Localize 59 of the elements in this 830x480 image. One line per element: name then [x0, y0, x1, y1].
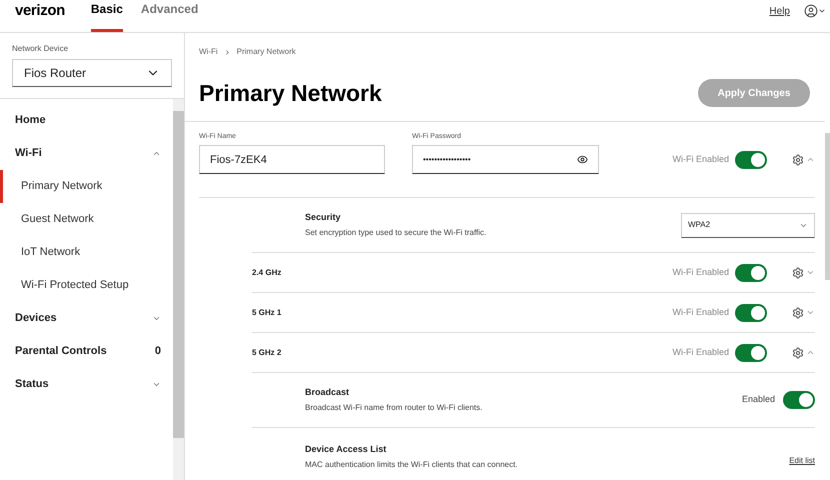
scrollbar[interactable] [825, 133, 830, 280]
count-label: 0 [154, 344, 161, 360]
band-label: 2.4 GHz [252, 266, 282, 278]
sidebar-subitem[interactable]: Wi-Fi Protected Setup [0, 269, 173, 302]
settings-icon[interactable] [792, 346, 804, 358]
breadcrumb-item[interactable]: Wi-Fi [199, 46, 218, 58]
setting-title: Security [305, 211, 342, 224]
chevron-down-icon[interactable] [152, 380, 161, 389]
eye-icon[interactable] [577, 154, 588, 165]
field-label: Network Device [12, 43, 70, 55]
account-menu[interactable] [804, 4, 826, 18]
sidebar-item[interactable]: Status [0, 368, 173, 401]
chevron-down-icon[interactable] [152, 314, 161, 323]
setting-title: Device Access List [305, 443, 388, 456]
setting-description: Set encryption type used to secure the Wi-Fi traffic. [305, 226, 486, 239]
scrollbar[interactable] [173, 99, 184, 480]
band-label: 5 GHz 2 [252, 346, 282, 358]
sidebar-item[interactable]: Home [0, 104, 173, 137]
toggle-switch[interactable] [735, 150, 767, 168]
setting-title: Broadcast [305, 386, 350, 400]
toggle-label: Wi-Fi Enabled [672, 266, 729, 279]
toggle-label: Wi-Fi Enabled [672, 306, 729, 319]
toggle-switch[interactable] [735, 264, 767, 282]
band-label: 5 GHz 1 [252, 306, 282, 318]
setting-description: Broadcast Wi-Fi name from router to Wi-Fi clients. [305, 402, 482, 414]
chevron-up-icon[interactable] [806, 348, 815, 357]
toggle-label: Enabled [742, 393, 775, 406]
sidebar-item[interactable]: Wi-Fi [0, 137, 173, 170]
toggle-label: Wi-Fi Enabled [672, 346, 729, 359]
sidebar-subitem[interactable]: Guest Network [0, 203, 173, 236]
sidebar-item[interactable]: Parental Controls 0 [0, 335, 173, 368]
settings-icon[interactable] [792, 154, 804, 166]
edit-list-link[interactable]: Edit list [789, 454, 815, 466]
toggle-switch[interactable] [783, 391, 815, 409]
nav-tab[interactable]: Basic [90, 0, 123, 32]
chevron-right-icon [224, 48, 231, 56]
breadcrumb-item: Primary Network [236, 46, 296, 58]
chevron-up-icon[interactable] [806, 155, 815, 164]
security-select[interactable]: WPA2 [681, 212, 815, 238]
page-title: Primary Network [199, 79, 382, 108]
help-link[interactable]: Help [769, 4, 790, 18]
settings-icon[interactable] [792, 306, 804, 318]
sidebar-item[interactable]: Devices [0, 302, 173, 335]
wifi-password-field[interactable]: ••••••••••••••••• [412, 145, 599, 174]
toggle-switch[interactable] [735, 304, 767, 322]
nav-tab[interactable]: Advanced [140, 0, 198, 32]
sidebar-subitem[interactable]: IoT Network [0, 236, 173, 269]
user-icon [804, 4, 818, 18]
chevron-up-icon[interactable] [152, 149, 161, 158]
wifi-name-field[interactable]: Fios-7zEK4 [199, 145, 385, 174]
logo: verizon [15, 0, 65, 21]
setting-description: MAC authentication limits the Wi-Fi clients that can connect. [305, 458, 518, 470]
chevron-down-icon[interactable] [806, 268, 815, 277]
chevron-down-icon [818, 7, 826, 15]
toggle-switch[interactable] [735, 344, 767, 362]
device-select[interactable]: Fios Router [12, 59, 172, 87]
chevron-down-icon[interactable] [806, 308, 815, 317]
settings-icon[interactable] [792, 266, 804, 278]
toggle-label: Wi-Fi Enabled [672, 152, 729, 166]
